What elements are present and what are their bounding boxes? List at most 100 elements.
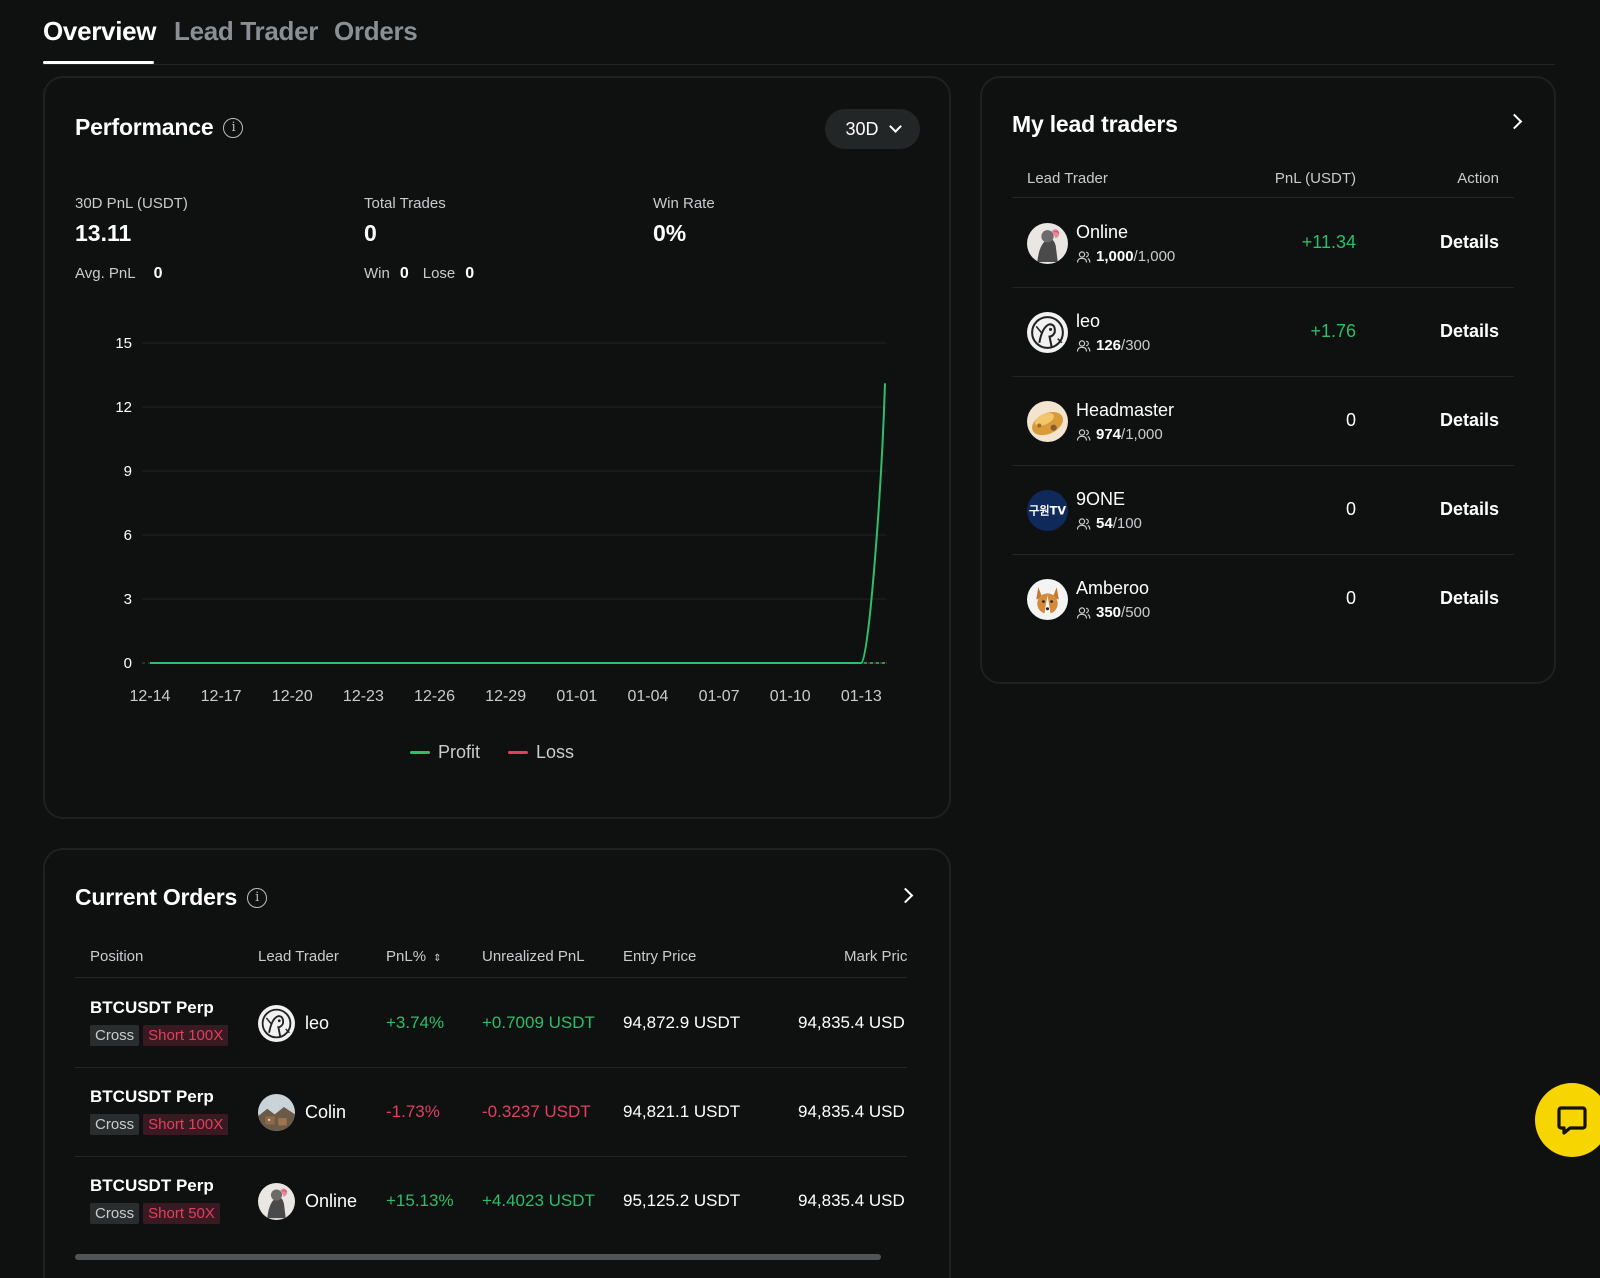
details-link[interactable]: Details (1440, 588, 1499, 609)
col-pnl-pct-sortable[interactable]: PnL% ⇕ (386, 948, 442, 965)
follower-max: /500 (1121, 604, 1151, 621)
performance-title: Performance i (75, 114, 244, 141)
avg-pnl-row: Avg. PnL 0 (75, 265, 163, 283)
users-icon (1076, 428, 1091, 441)
chevron-right-icon[interactable] (1506, 113, 1523, 130)
entry-price: 94,872.9 USDT (623, 1013, 741, 1032)
lead-trader-name[interactable]: Headmaster (1076, 400, 1174, 421)
mark-price: 94,835.4 USD (798, 1102, 905, 1121)
avatar[interactable] (1027, 223, 1068, 264)
chevron-right-icon[interactable] (897, 887, 914, 904)
performance-chart: 0 3 6 9 12 15 12-14 12-17 12-20 12-23 12-26 12-29 01… (115, 335, 887, 705)
follower-current: 974 (1096, 426, 1122, 443)
lead-trader-row[interactable]: 구원TV 9ONE 54/100 0 Details (1012, 465, 1514, 555)
legend-loss-label: Loss (536, 742, 575, 762)
win-label: Win (364, 265, 390, 282)
y-tick-label: 12 (115, 399, 132, 416)
lead-traders-card: My lead traders Lead Trader PnL (USDT) A… (980, 76, 1556, 684)
support-chat-button[interactable] (1535, 1083, 1600, 1157)
range-dropdown[interactable]: 30D (825, 109, 920, 149)
lead-traders-header: Lead Trader PnL (USDT) Action (1012, 170, 1514, 198)
avatar[interactable] (258, 1005, 295, 1042)
lead-trader-name[interactable]: leo (1076, 311, 1100, 332)
chat-icon (1557, 1106, 1587, 1135)
order-trader-name[interactable]: leo (305, 1013, 329, 1034)
sort-icon: ⇕ (433, 953, 442, 964)
details-link[interactable]: Details (1440, 410, 1499, 431)
lead-trader-name[interactable]: Amberoo (1076, 578, 1149, 599)
avg-pnl-value: 0 (153, 265, 163, 282)
unrealized-pnl: +0.7009 USDT (482, 1013, 595, 1032)
x-tick-label: 01-10 (770, 688, 811, 705)
x-tick-label: 01-13 (841, 688, 882, 705)
col-pnl: PnL (USDT) (1274, 170, 1356, 187)
legend-loss[interactable]: Loss (508, 742, 574, 763)
order-row[interactable]: BTCUSDT Perp Cross Short 50X Online +15.… (75, 1156, 907, 1246)
follower-count: 54/100 (1076, 515, 1142, 532)
lead-trader-row[interactable]: Headmaster 974/1,000 0 Details (1012, 376, 1514, 466)
lead-trader-row[interactable]: Amberoo 350/500 0 Details (1012, 554, 1514, 644)
position-tags: Cross Short 50X (90, 1203, 220, 1224)
order-row[interactable]: BTCUSDT Perp Cross Short 100X Colin -1.7… (75, 1067, 907, 1157)
avatar[interactable] (1027, 312, 1068, 353)
position-symbol: BTCUSDT Perp (90, 998, 214, 1017)
tab-lead-trader[interactable]: Lead Trader (174, 16, 318, 47)
performance-card: Performance i 30D 30D PnL (USDT) 13.11 A… (43, 76, 951, 819)
chart-legend: Profit Loss (410, 742, 574, 763)
margin-mode-badge: Cross (90, 1025, 140, 1046)
lead-traders-title-text: My lead traders (1012, 111, 1178, 137)
avatar[interactable] (258, 1094, 295, 1131)
lead-trader-row[interactable]: leo 126/300 +1.76 Details (1012, 287, 1514, 377)
position-symbol: BTCUSDT Perp (90, 1176, 214, 1195)
x-tick-label: 12-23 (343, 688, 384, 705)
pnl-value: 13.11 (75, 220, 132, 246)
legend-profit[interactable]: Profit (410, 742, 480, 763)
legend-profit-label: Profit (438, 742, 481, 762)
col-action: Action (1457, 170, 1499, 187)
info-icon[interactable]: i (247, 887, 268, 908)
pnl-percent: +3.74% (386, 1013, 445, 1032)
info-icon[interactable]: i (223, 117, 244, 138)
lead-trader-pnl: 0 (1345, 410, 1356, 430)
lead-trader-name[interactable]: Online (1076, 222, 1128, 243)
tab-bar: Overview Lead Trader Orders (43, 0, 1555, 65)
avatar[interactable] (1027, 401, 1068, 442)
tab-orders[interactable]: Orders (334, 16, 418, 47)
avatar[interactable] (1027, 579, 1068, 620)
details-link[interactable]: Details (1440, 499, 1499, 520)
avatar[interactable] (258, 1183, 295, 1220)
x-tick-label: 12-26 (414, 688, 455, 705)
tab-overview[interactable]: Overview (43, 16, 157, 47)
col-unrealized-pnl: Unrealized PnL (482, 948, 585, 965)
svg-text:구원TV: 구원TV (1029, 504, 1066, 518)
order-trader-name[interactable]: Colin (305, 1102, 346, 1123)
order-trader-name[interactable]: Online (305, 1191, 357, 1212)
y-tick-label: 0 (124, 655, 132, 672)
avatar[interactable]: 구원TV (1027, 490, 1068, 531)
horizontal-scrollbar[interactable] (75, 1254, 881, 1260)
unrealized-pnl: -0.3237 USDT (482, 1102, 591, 1121)
entry-price: 95,125.2 USDT (623, 1191, 741, 1210)
follower-max: /300 (1121, 337, 1151, 354)
current-orders-title: Current Orders i (75, 884, 268, 911)
range-value: 30D (845, 118, 879, 139)
order-row[interactable]: BTCUSDT Perp Cross Short 100X leo +3.74%… (75, 978, 907, 1068)
lead-trader-name[interactable]: 9ONE (1076, 489, 1125, 510)
follower-current: 126 (1096, 337, 1122, 354)
mark-price: 94,835.4 USD (798, 1013, 905, 1032)
users-icon (1076, 339, 1091, 352)
active-tab-indicator (43, 61, 154, 64)
details-link[interactable]: Details (1440, 232, 1499, 253)
performance-title-text: Performance (75, 114, 214, 140)
mark-price: 94,835.4 USD (798, 1191, 905, 1210)
current-orders-card: Current Orders i Position Lead Trader Pn… (43, 848, 951, 1278)
details-link[interactable]: Details (1440, 321, 1499, 342)
unrealized-pnl: +4.4023 USDT (482, 1191, 595, 1210)
users-icon (1076, 250, 1091, 263)
chevron-down-icon (888, 120, 902, 133)
col-entry-price: Entry Price (623, 948, 697, 965)
lead-trader-row[interactable]: Online 1,000/1,000 +11.34 Details (1012, 198, 1514, 288)
pnl-label: 30D PnL (USDT) (75, 195, 188, 212)
winrate-label: Win Rate (653, 195, 715, 212)
follower-count: 350/500 (1076, 604, 1150, 621)
